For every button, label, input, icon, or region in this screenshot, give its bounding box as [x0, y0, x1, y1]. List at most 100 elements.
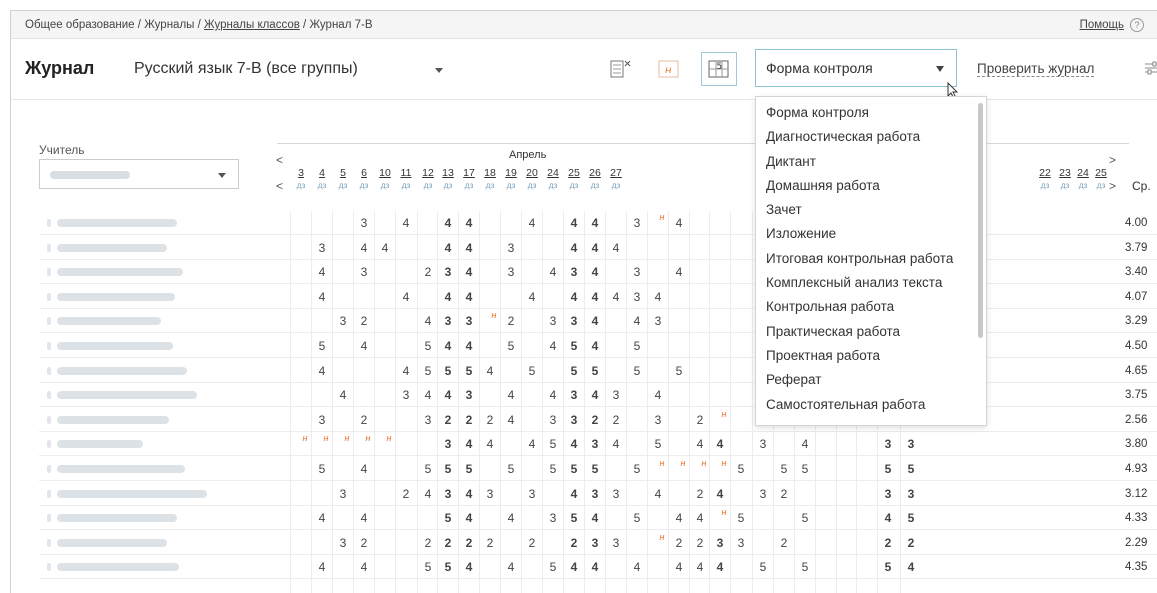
grade-mark[interactable]: 2	[461, 536, 477, 550]
chevron-down-icon[interactable]	[936, 66, 944, 72]
grade-mark[interactable]: 5	[733, 462, 749, 476]
grade-mark[interactable]: 3	[755, 437, 771, 451]
student-name[interactable]	[57, 243, 167, 252]
grade-mark[interactable]: 3	[733, 536, 749, 550]
grade-mark[interactable]: 3	[440, 314, 456, 328]
dropdown-option[interactable]: Реферат	[756, 368, 986, 392]
grade-mark[interactable]: 3	[903, 437, 919, 451]
grade-mark[interactable]: 2	[692, 487, 708, 501]
grade-mark[interactable]: 4	[314, 560, 330, 574]
date-column-header[interactable]: 17 дз	[461, 167, 477, 190]
grade-mark[interactable]: 5	[797, 560, 813, 574]
settings-sliders-icon[interactable]	[1145, 60, 1157, 76]
grade-mark[interactable]: 5	[903, 462, 919, 476]
grade-mark[interactable]: 5	[629, 511, 645, 525]
grade-mark[interactable]: 3	[335, 536, 351, 550]
grade-mark[interactable]: 5	[461, 462, 477, 476]
grade-mark[interactable]: 4	[356, 339, 372, 353]
grade-mark[interactable]: 4	[587, 560, 603, 574]
absence-mark[interactable]: н	[696, 458, 712, 468]
date-column-header[interactable]: 4 дз	[314, 167, 330, 190]
grade-mark[interactable]: 4	[503, 388, 519, 402]
grade-mark[interactable]: 4	[440, 339, 456, 353]
grade-mark[interactable]: 4	[461, 216, 477, 230]
grade-mark[interactable]: 2	[503, 314, 519, 328]
prev-dates-button[interactable]: <	[276, 179, 283, 193]
grade-mark[interactable]: 5	[566, 339, 582, 353]
grade-mark[interactable]: 4	[377, 241, 393, 255]
grade-mark[interactable]: 5	[420, 364, 436, 378]
grade-mark[interactable]: 5	[587, 462, 603, 476]
student-name[interactable]	[57, 366, 187, 375]
grade-mark[interactable]: 4	[524, 290, 540, 304]
grade-mark[interactable]: 3	[356, 265, 372, 279]
grade-mark[interactable]: 3	[440, 265, 456, 279]
grade-mark[interactable]: 3	[880, 487, 896, 501]
control-form-select[interactable]: Форма контроля	[755, 49, 957, 87]
grade-mark[interactable]: 2	[356, 413, 372, 427]
date-column-header[interactable]: 5 дз	[335, 167, 351, 190]
grade-mark[interactable]: 3	[712, 536, 728, 550]
grade-mark[interactable]: 2	[356, 314, 372, 328]
grade-mark[interactable]: 3	[629, 265, 645, 279]
student-name[interactable]	[57, 489, 207, 498]
grade-mark[interactable]: 5	[461, 364, 477, 378]
grade-mark[interactable]: 4	[398, 216, 414, 230]
absence-mark[interactable]: н	[654, 458, 670, 468]
grade-mark[interactable]: 4	[461, 560, 477, 574]
grade-mark[interactable]: 4	[587, 265, 603, 279]
grade-mark[interactable]: 5	[503, 339, 519, 353]
check-journal-link[interactable]: Проверить журнал	[977, 61, 1095, 77]
grade-mark[interactable]: 5	[440, 364, 456, 378]
chevron-down-icon[interactable]	[435, 68, 443, 73]
dropdown-option[interactable]: Изложение	[756, 222, 986, 246]
absence-mark[interactable]: н	[486, 310, 502, 320]
teacher-select[interactable]	[39, 159, 239, 189]
grade-mark[interactable]: 5	[880, 462, 896, 476]
grade-mark[interactable]: 3	[398, 388, 414, 402]
grade-mark[interactable]: 4	[356, 560, 372, 574]
grade-mark[interactable]: 3	[566, 265, 582, 279]
student-name[interactable]	[57, 219, 177, 227]
grade-mark[interactable]: 3	[314, 241, 330, 255]
grade-mark[interactable]: 2	[776, 487, 792, 501]
grade-mark[interactable]: 4	[314, 290, 330, 304]
grade-mark[interactable]: 3	[755, 487, 771, 501]
grade-mark[interactable]: 4	[587, 241, 603, 255]
grade-mark[interactable]: 4	[461, 339, 477, 353]
grade-mark[interactable]: 3	[524, 487, 540, 501]
chevron-down-icon[interactable]	[218, 173, 226, 178]
dropdown-option[interactable]: Домашняя работа	[756, 174, 986, 198]
grade-mark[interactable]: 3	[545, 314, 561, 328]
grade-mark[interactable]: 4	[440, 388, 456, 402]
grade-mark[interactable]: 3	[440, 437, 456, 451]
grade-mark[interactable]: 4	[566, 487, 582, 501]
student-name[interactable]	[57, 317, 161, 326]
grade-mark[interactable]: 3	[629, 216, 645, 230]
grade-mark[interactable]: 5	[880, 560, 896, 574]
grade-mark[interactable]: 4	[566, 216, 582, 230]
grade-mark[interactable]: 4	[587, 290, 603, 304]
grade-mark[interactable]: 5	[797, 511, 813, 525]
grade-mark[interactable]: 4	[524, 437, 540, 451]
grade-mark[interactable]: 4	[566, 437, 582, 451]
grade-mark[interactable]: 5	[440, 511, 456, 525]
grade-mark[interactable]: 4	[524, 216, 540, 230]
grade-mark[interactable]: 4	[692, 511, 708, 525]
student-name[interactable]	[57, 538, 167, 547]
grade-mark[interactable]: 4	[712, 487, 728, 501]
student-name[interactable]	[57, 292, 175, 301]
grade-mark[interactable]: 4	[671, 560, 687, 574]
grade-mark[interactable]: 4	[671, 265, 687, 279]
absence-mark[interactable]: н	[297, 433, 313, 443]
grade-mark[interactable]: 4	[566, 560, 582, 574]
student-name[interactable]	[57, 415, 169, 424]
absence-mark[interactable]: н	[716, 409, 732, 419]
dropdown-option[interactable]: Форма контроля	[756, 101, 986, 125]
absence-mark[interactable]: н	[716, 507, 732, 517]
grade-mark[interactable]: 2	[461, 413, 477, 427]
grade-mark[interactable]: 4	[692, 560, 708, 574]
grade-mark[interactable]: 3	[356, 216, 372, 230]
date-column-header[interactable]: 10 дз	[377, 167, 393, 190]
grade-mark[interactable]: 3	[335, 487, 351, 501]
